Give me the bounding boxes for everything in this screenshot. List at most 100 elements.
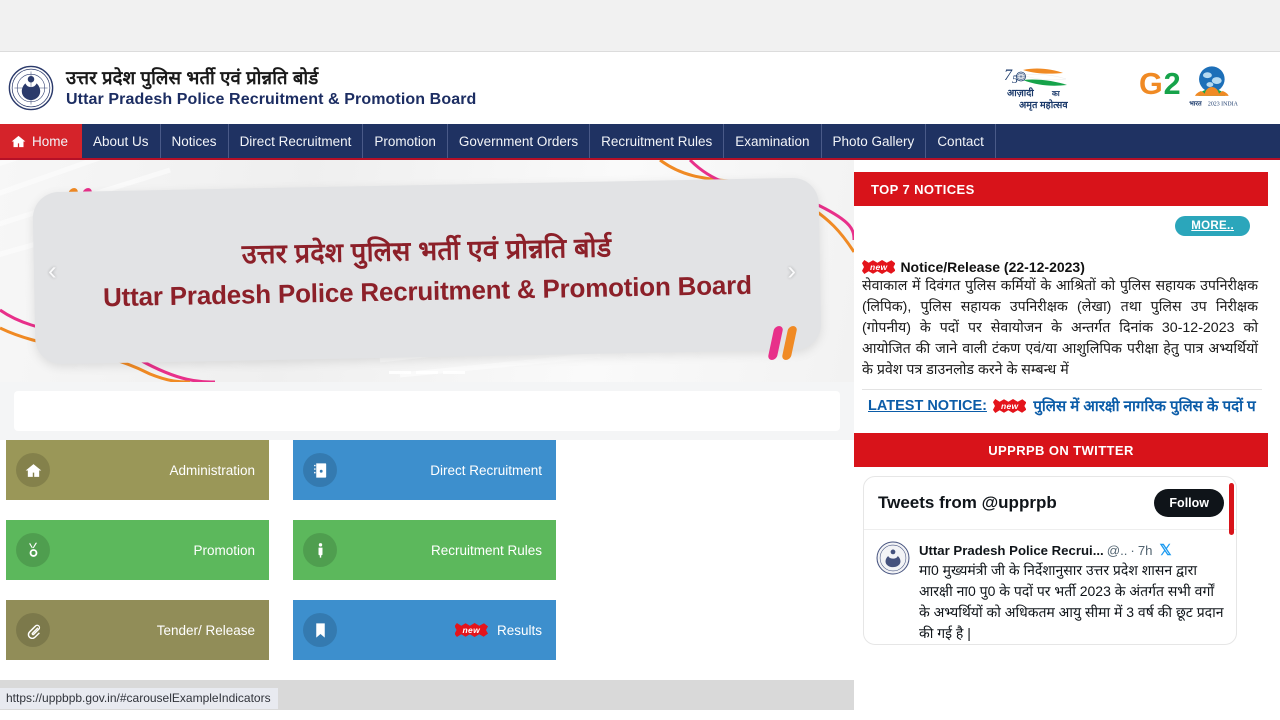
marquee-band <box>0 382 854 440</box>
nav-label: About Us <box>93 133 149 149</box>
top-notices-header: TOP 7 NOTICES <box>854 172 1268 206</box>
browser-chrome-strip <box>0 0 1280 52</box>
azadi-ka-amrit-mahotsav-logo: 7 5 आज़ादी का अमृत महोत्सव <box>1004 67 1068 111</box>
carousel-indicators[interactable] <box>389 371 465 374</box>
tile-label-text: Results <box>496 622 542 638</box>
site-title-english: Uttar Pradesh Police Recruitment & Promo… <box>66 90 477 108</box>
up-police-emblem-icon <box>8 65 54 111</box>
tile-label: Promotion <box>193 542 255 558</box>
svg-text:आज़ादी: आज़ादी <box>1007 87 1034 99</box>
tweet-separator: · <box>1130 542 1135 558</box>
hero-carousel[interactable]: उत्तर प्रदेश पुलिस भर्ती एवं प्रोन्नति ब… <box>0 160 854 382</box>
nav-label: Promotion <box>374 133 436 149</box>
carousel-slide-title-hindi: उत्तर प्रदेश पुलिस भर्ती एवं प्रोन्नति ब… <box>241 232 612 270</box>
x-logo-icon[interactable]: 𝕏 <box>1160 541 1172 559</box>
nav-label: Direct Recruitment <box>239 133 352 149</box>
svg-text:का: का <box>1051 89 1061 98</box>
nav-label: Recruitment Rules <box>601 133 713 149</box>
tile-results[interactable]: new Results <box>293 600 556 660</box>
twitter-widget: Tweets from @upprpb Follow Uttar Pradesh… <box>863 476 1237 645</box>
new-badge: new <box>862 260 896 274</box>
nav-item-government-orders[interactable]: Government Orders <box>448 124 591 158</box>
top-notices-body: MORE.. new Notice/Release (22-12-2023) स… <box>854 206 1268 416</box>
twitter-widget-title: Tweets from @upprpb <box>878 493 1057 512</box>
notice-item[interactable]: new Notice/Release (22-12-2023) सेवाकाल … <box>862 259 1262 380</box>
new-badge: new <box>454 623 488 637</box>
home-icon <box>11 135 26 147</box>
site-title-block: उत्तर प्रदेश पुलिस भर्ती एवं प्रोन्नति ब… <box>66 66 994 111</box>
more-button[interactable]: MORE.. <box>1175 216 1250 236</box>
nav-item-home[interactable]: Home <box>0 124 83 158</box>
tile-label: Direct Recruitment <box>430 462 542 478</box>
svg-text:अमृत महोत्सव: अमृत महोत्सव <box>1019 99 1068 111</box>
latest-notice-label: LATEST NOTICE: <box>868 398 987 414</box>
nav-item-examination[interactable]: Examination <box>724 124 822 158</box>
tile-label: new Results <box>337 623 542 638</box>
g20-india-logo: G 2 भारत 2023 INDIA <box>1139 66 1239 108</box>
up-police-emblem-icon <box>876 541 910 575</box>
tile-label: Recruitment Rules <box>430 542 542 558</box>
top-notices-panel: TOP 7 NOTICES MORE.. new Notice/Release … <box>854 172 1268 416</box>
info-person-icon <box>303 533 337 567</box>
nav-item-home-label: Home <box>32 133 69 149</box>
right-column: TOP 7 NOTICES MORE.. new Notice/Release … <box>854 160 1280 645</box>
site-title-hindi: उत्तर प्रदेश पुलिस भर्ती एवं प्रोन्नति ब… <box>66 66 319 88</box>
nav-label: Notices <box>171 133 217 149</box>
latest-notice-ticker[interactable]: LATEST NOTICE: new पुलिस में आरक्षी नागर… <box>862 389 1262 416</box>
bookmark-icon <box>303 613 337 647</box>
svg-text:भारत: भारत <box>1189 101 1202 108</box>
nav-item-about-us[interactable]: About Us <box>82 124 161 158</box>
notice-title-text: Notice/Release (22-12-2023) <box>900 259 1085 275</box>
carousel-slide: उत्तर प्रदेश पुलिस भर्ती एवं प्रोन्नति ब… <box>32 177 822 365</box>
carousel-slide-title-english: Uttar Pradesh Police Recruitment & Promo… <box>102 269 752 312</box>
more-row: MORE.. <box>862 216 1262 236</box>
twitter-panel-header: UPPRPB ON TWITTER <box>854 433 1268 467</box>
twitter-panel: UPPRPB ON TWITTER Tweets from @upprpb Fo… <box>854 433 1268 645</box>
medal-icon <box>16 533 50 567</box>
paperclip-icon <box>16 613 50 647</box>
chevron-left-icon[interactable]: ‹ <box>48 256 57 287</box>
header-logos: 7 5 आज़ादी का अमृत महोत्सव G 2 भारत 2023… <box>994 62 1266 114</box>
tweet-author: Uttar Pradesh Police Recrui... <box>919 542 1104 558</box>
tile-administration[interactable]: Administration <box>6 440 269 500</box>
carousel-quote-bottom-right <box>767 326 798 360</box>
carousel-indicator[interactable] <box>443 371 465 374</box>
tweet-meta: Uttar Pradesh Police Recrui... @.. · 7h … <box>919 541 1224 559</box>
follow-button[interactable]: Follow <box>1154 489 1224 517</box>
nav-label: Examination <box>735 133 810 149</box>
notice-body-text: सेवाकाल में दिवंगत पुलिस कर्मियों के आश्… <box>862 278 1258 378</box>
nav-label: Photo Gallery <box>832 133 915 149</box>
tweet-item[interactable]: Uttar Pradesh Police Recrui... @.. · 7h … <box>864 530 1236 644</box>
home-icon <box>16 453 50 487</box>
new-badge: new <box>992 399 1027 413</box>
chevron-right-icon[interactable]: › <box>787 256 796 287</box>
tile-direct-recruitment[interactable]: Direct Recruitment <box>293 440 556 500</box>
page-root: उत्तर प्रदेश पुलिस भर्ती एवं प्रोन्नति ब… <box>0 52 1280 720</box>
nav-item-notices[interactable]: Notices <box>161 124 229 158</box>
id-card-icon <box>303 453 337 487</box>
tile-label: Administration <box>169 462 255 478</box>
nav-item-contact[interactable]: Contact <box>926 124 996 158</box>
status-bar-url: https://uppbpb.gov.in/#carouselExampleIn… <box>0 688 278 709</box>
tile-label: Tender/ Release <box>156 622 255 638</box>
svg-text:G: G <box>1139 67 1163 101</box>
tile-tender-release[interactable]: Tender/ Release <box>6 600 269 660</box>
tweet-time: 7h <box>1137 542 1153 558</box>
nav-item-direct-recruitment[interactable]: Direct Recruitment <box>229 124 364 158</box>
tile-recruitment-rules[interactable]: Recruitment Rules <box>293 520 556 580</box>
carousel-indicator[interactable] <box>416 371 438 374</box>
nav-item-promotion[interactable]: Promotion <box>363 124 448 158</box>
marquee-box <box>14 391 840 431</box>
nav-item-recruitment-rules[interactable]: Recruitment Rules <box>590 124 725 158</box>
main-navigation[interactable]: Home About Us Notices Direct Recruitment… <box>0 124 1280 160</box>
content-area: उत्तर प्रदेश पुलिस भर्ती एवं प्रोन्नति ब… <box>0 160 1280 720</box>
quick-links-tiles: Administration Direct Recruitment Promot… <box>0 440 854 660</box>
nav-item-photo-gallery[interactable]: Photo Gallery <box>822 124 927 158</box>
twitter-scrollbar[interactable] <box>1229 483 1234 535</box>
tile-promotion[interactable]: Promotion <box>6 520 269 580</box>
carousel-indicator[interactable] <box>389 371 411 374</box>
left-column: उत्तर प्रदेश पुलिस भर्ती एवं प्रोन्नति ब… <box>0 160 854 720</box>
tweet-handle: @.. <box>1106 542 1128 558</box>
latest-notice-text[interactable]: पुलिस में आरक्षी नागरिक पुलिस के पदों प <box>1033 396 1255 416</box>
nav-label: Government Orders <box>458 133 579 149</box>
